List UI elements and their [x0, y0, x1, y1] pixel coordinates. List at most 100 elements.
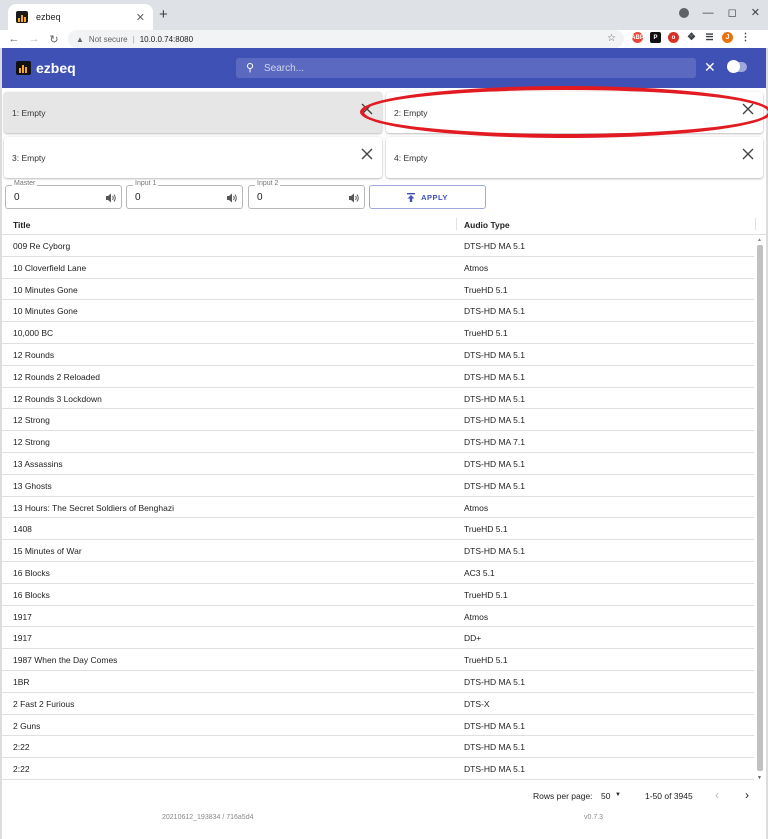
row-audio-type: DTS-X	[464, 698, 490, 709]
p-extension-icon[interactable]: P	[650, 32, 661, 43]
table-row[interactable]: 12 Rounds 2 Reloaded DTS-HD MA 5.1	[2, 366, 754, 388]
slot-1[interactable]: 1: Empty	[4, 92, 382, 133]
minimize-icon[interactable]: —	[703, 7, 714, 19]
profile-avatar[interactable]: J	[722, 32, 733, 43]
tab-close-icon[interactable]: ✕	[136, 11, 145, 24]
window-close-icon[interactable]: ✕	[751, 6, 760, 19]
theme-toggle[interactable]	[727, 60, 747, 73]
reload-icon[interactable]: ↻	[48, 33, 60, 46]
tab-search-icon[interactable]	[678, 7, 689, 18]
dropdown-caret-icon[interactable]: ▼	[615, 792, 621, 798]
slot-label: 2: Empty	[394, 107, 428, 118]
table-row[interactable]: 12 Strong DTS-HD MA 5.1	[2, 409, 754, 432]
row-audio-type: TrueHD 5.1	[464, 655, 508, 666]
clear-search-icon[interactable]: ✕	[704, 59, 716, 76]
app-footer: 20210612_193834 / 716a5d4 v0.7.3	[2, 814, 766, 826]
address-bar[interactable]: ▲ Not secure | 10.0.0.74:8080 ☆	[68, 30, 624, 48]
clear-slot-icon[interactable]	[360, 147, 374, 161]
table-row[interactable]: 1987 When the Day Comes TrueHD 5.1	[2, 649, 754, 671]
table-row[interactable]: 2:22 DTS-HD MA 5.1	[2, 736, 754, 759]
next-page-icon[interactable]: ›	[745, 788, 749, 802]
row-title: 15 Minutes of War	[13, 546, 82, 557]
speaker-icon[interactable]	[226, 192, 238, 204]
table-row[interactable]: 1BR DTS-HD MA 5.1	[2, 671, 754, 693]
table-row[interactable]: 15 Minutes of War DTS-HD MA 5.1	[2, 540, 754, 562]
master-volume-value: 0	[14, 192, 20, 203]
table-row[interactable]: 1917 Atmos	[2, 606, 754, 628]
input1-volume-field[interactable]: Input 1 0	[126, 180, 243, 209]
search-input[interactable]	[264, 62, 696, 74]
warning-icon: ▲	[76, 34, 84, 44]
table-row[interactable]: 16 Blocks TrueHD 5.1	[2, 584, 754, 606]
table-row[interactable]: 10 Minutes Gone TrueHD 5.1	[2, 279, 754, 301]
browser-tab[interactable]: ezbeq ✕	[8, 4, 153, 30]
table-row[interactable]: 1408 TrueHD 5.1	[2, 518, 754, 541]
speaker-icon[interactable]	[348, 192, 360, 204]
table-scrollbar[interactable]: ▲ ▼	[756, 237, 764, 781]
table-row[interactable]: 1917 DD+	[2, 627, 754, 650]
table-row[interactable]: 10,000 BC TrueHD 5.1	[2, 322, 754, 344]
back-icon[interactable]: ←	[8, 33, 20, 45]
scroll-up-icon[interactable]: ▲	[757, 237, 762, 243]
slot-4[interactable]: 4: Empty	[386, 137, 763, 178]
table-row[interactable]: 2:22 DTS-HD MA 5.1	[2, 758, 754, 780]
row-audio-type: DTS-HD MA 5.1	[464, 480, 525, 491]
table-row[interactable]: 10 Cloverfield Lane Atmos	[2, 257, 754, 279]
speaker-icon[interactable]	[105, 192, 117, 204]
scroll-down-icon[interactable]: ▼	[757, 775, 762, 781]
previous-page-icon[interactable]: ‹	[715, 788, 719, 802]
row-title: 12 Strong	[13, 415, 50, 426]
row-audio-type: DTS-HD MA 5.1	[464, 371, 525, 382]
table-row[interactable]: 12 Rounds DTS-HD MA 5.1	[2, 344, 754, 366]
table-row[interactable]: 2 Fast 2 Furious DTS-X	[2, 693, 754, 715]
row-audio-type: DTS-HD MA 5.1	[464, 415, 525, 426]
row-audio-type: DTS-HD MA 5.1	[464, 764, 525, 775]
clear-slot-icon[interactable]	[741, 147, 755, 161]
table-row[interactable]: 16 Blocks AC3 5.1	[2, 562, 754, 584]
rows-per-page-select[interactable]: 50	[601, 791, 610, 801]
reading-list-icon[interactable]: ☰	[704, 32, 715, 43]
row-audio-type: DTS-HD MA 5.1	[464, 241, 525, 251]
column-header-audio-type[interactable]: Audio Type	[464, 220, 510, 230]
bookmark-star-icon[interactable]: ☆	[607, 33, 616, 44]
row-title: 12 Rounds 2 Reloaded	[13, 371, 100, 382]
clear-slot-icon[interactable]	[741, 102, 755, 116]
ezbeq-logo-icon	[16, 61, 31, 75]
new-tab-button[interactable]: +	[159, 6, 168, 23]
address-separator: |	[132, 34, 135, 44]
row-title: 12 Strong	[13, 437, 50, 448]
slot-3[interactable]: 3: Empty	[4, 137, 382, 178]
row-audio-type: Atmos	[464, 262, 489, 273]
o-extension-icon[interactable]: o	[668, 32, 679, 43]
scroll-thumb[interactable]	[757, 245, 763, 771]
apply-label: APPLY	[421, 192, 448, 202]
table-row[interactable]: 13 Ghosts DTS-HD MA 5.1	[2, 475, 754, 497]
extensions-area: ABP P o ❖ ☰ J ⋮	[631, 32, 751, 43]
slot-label: 4: Empty	[394, 152, 428, 163]
adblock-extension-icon[interactable]: ABP	[631, 32, 644, 43]
input2-volume-value: 0	[257, 192, 263, 203]
apply-button[interactable]: APPLY	[369, 185, 486, 209]
table-row[interactable]: 2 Guns DTS-HD MA 5.1	[2, 715, 754, 737]
column-header-title[interactable]: Title	[13, 220, 30, 230]
maximize-icon[interactable]: ◻	[728, 6, 737, 19]
clear-slot-icon[interactable]	[360, 102, 374, 116]
row-title: 10 Minutes Gone	[13, 284, 78, 295]
table-row[interactable]: 13 Assassins DTS-HD MA 5.1	[2, 453, 754, 475]
master-volume-field[interactable]: Master 0	[5, 180, 122, 209]
row-title: 10 Minutes Gone	[13, 306, 78, 317]
table-row[interactable]: 009 Re Cyborg DTS-HD MA 5.1	[2, 235, 754, 257]
puzzle-extensions-icon[interactable]: ❖	[686, 32, 697, 43]
column-separator[interactable]	[755, 218, 756, 230]
browser-menu-icon[interactable]: ⋮	[740, 32, 751, 43]
table-row[interactable]: 12 Rounds 3 Lockdown DTS-HD MA 5.1	[2, 388, 754, 410]
forward-icon[interactable]: →	[28, 33, 40, 45]
column-separator[interactable]	[456, 218, 457, 230]
table-row[interactable]: 10 Minutes Gone DTS-HD MA 5.1	[2, 300, 754, 323]
table-row[interactable]: 13 Hours: The Secret Soldiers of Benghaz…	[2, 497, 754, 519]
row-title: 1917	[13, 611, 32, 622]
slot-2[interactable]: 2: Empty	[386, 92, 763, 133]
input2-volume-field[interactable]: Input 2 0	[248, 180, 365, 209]
table-header: Title Audio Type	[2, 214, 766, 235]
table-row[interactable]: 12 Strong DTS-HD MA 7.1	[2, 431, 754, 453]
